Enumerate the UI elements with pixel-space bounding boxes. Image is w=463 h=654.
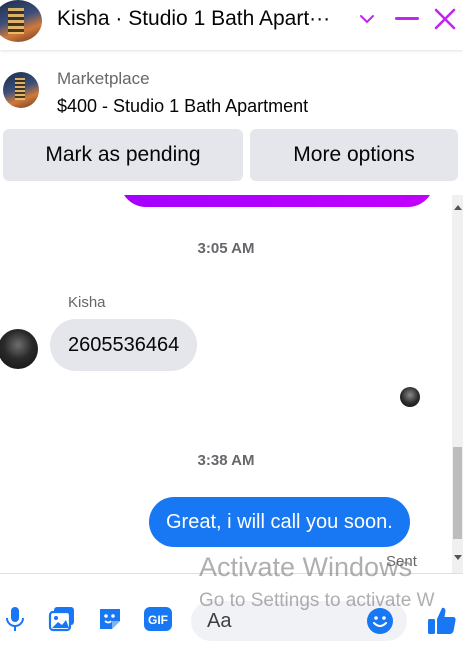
timestamp: 3:05 AM (197, 240, 255, 257)
listing-title[interactable]: $400 - Studio 1 Bath Apartment (57, 96, 308, 117)
chat-header: Kisha · Studio 1 Bath Apart··· (0, 0, 463, 50)
photo-icon[interactable] (47, 604, 77, 634)
incoming-message[interactable]: 2605536464 (50, 319, 198, 371)
more-options-button[interactable]: More options (250, 129, 458, 181)
previous-message-bubble (120, 195, 434, 207)
scrollbar-thumb[interactable] (453, 447, 462, 539)
gif-icon[interactable]: GIF (143, 604, 173, 634)
message-status: Sent (386, 553, 417, 570)
marketplace-label: Marketplace (57, 69, 150, 88)
message-composer: GIF (0, 573, 463, 654)
sender-name: Kisha (68, 294, 106, 311)
microphone-icon[interactable] (0, 604, 30, 634)
sender-avatar[interactable] (0, 329, 38, 369)
mark-as-pending-button[interactable]: Mark as pending (3, 129, 243, 181)
thread-avatar[interactable] (0, 0, 42, 42)
thumbs-up-icon[interactable] (425, 604, 459, 638)
gif-label: GIF (148, 613, 168, 627)
scroll-down-arrow-icon[interactable] (454, 555, 462, 560)
sticker-icon[interactable] (95, 604, 125, 634)
scroll-up-arrow-icon[interactable] (454, 205, 462, 210)
listing-thumbnail[interactable] (3, 72, 39, 108)
close-icon[interactable] (432, 6, 458, 32)
minimize-icon[interactable] (394, 6, 420, 32)
scrollbar[interactable] (452, 195, 463, 573)
message-list[interactable]: 3:05 AM Kisha 2605536464 3:38 AM Great, … (0, 195, 452, 573)
seen-indicator-avatar (400, 387, 420, 407)
chevron-down-icon[interactable] (356, 6, 378, 32)
emoji-icon[interactable] (366, 607, 394, 635)
timestamp: 3:38 AM (197, 452, 255, 469)
thread-title[interactable]: Kisha · Studio 1 Bath Apart··· (57, 7, 347, 31)
outgoing-message[interactable]: Great, i will call you soon. (149, 497, 410, 547)
